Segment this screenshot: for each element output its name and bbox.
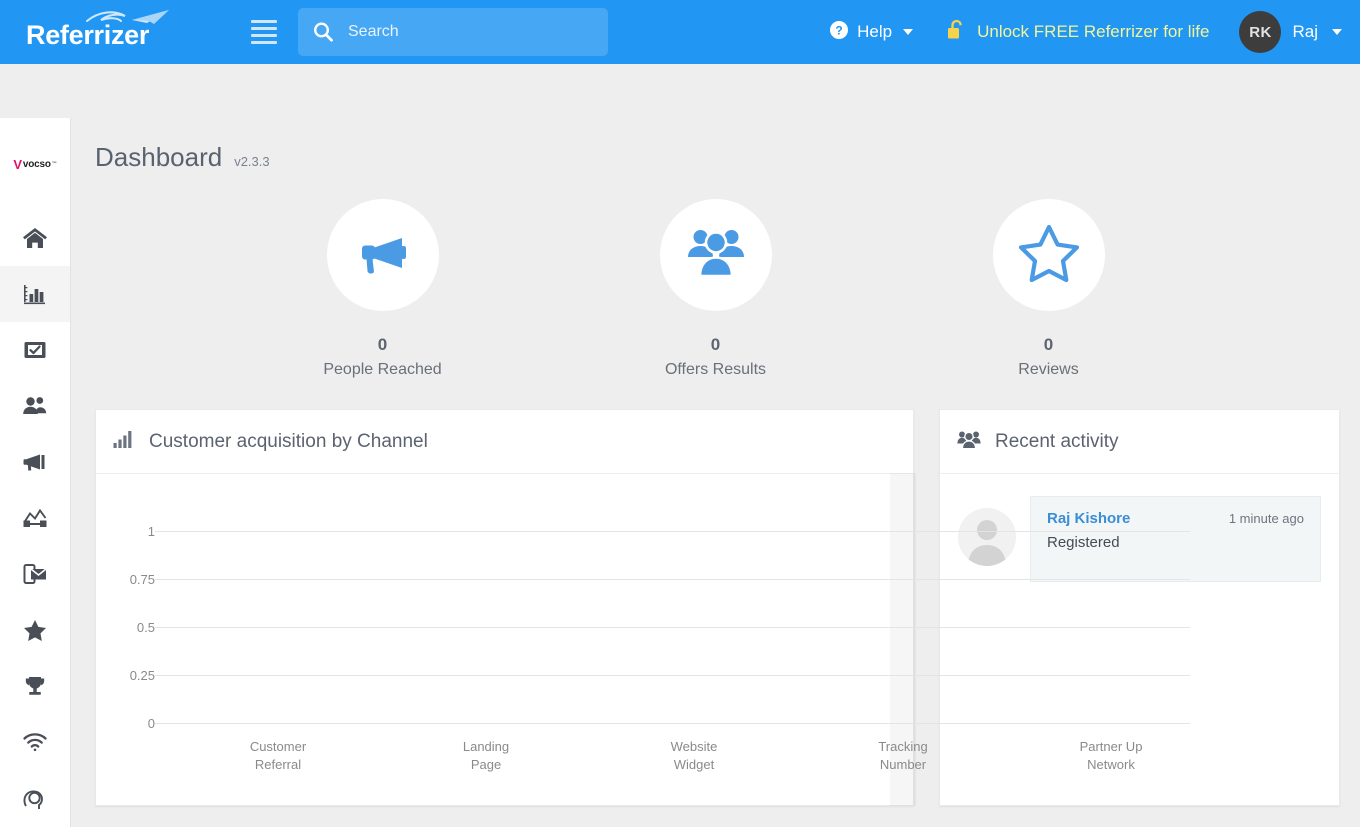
- sidebar-navigation: V vocso ™: [0, 118, 71, 827]
- svg-text:?: ?: [835, 23, 842, 37]
- activity-description: Registered: [1047, 534, 1120, 551]
- user-menu[interactable]: RK Raj: [1239, 11, 1342, 53]
- sidebar-item-campaigns[interactable]: [0, 434, 70, 490]
- vocso-logo: V vocso ™: [13, 158, 56, 171]
- activity-card-header: Recent activity: [940, 410, 1339, 474]
- stat-icon-circle: [659, 199, 772, 311]
- default-person-avatar: [958, 508, 1016, 566]
- bar-chart-icon: [113, 429, 135, 454]
- vocso-logo-text: vocso: [22, 158, 51, 170]
- top-navigation-bar: Referrizer ? Help: [0, 0, 1360, 64]
- stat-value: 0: [377, 335, 388, 354]
- stat-label: Offers Results: [664, 361, 767, 378]
- megaphone-icon: [22, 449, 48, 475]
- stat-icon-circle: [326, 199, 439, 311]
- user-name: Raj: [1292, 22, 1318, 41]
- home-icon: [22, 225, 48, 251]
- unlock-label: Unlock FREE Referrizer for life: [977, 22, 1210, 41]
- star-icon: [22, 617, 48, 643]
- megaphone-icon: [352, 222, 414, 289]
- chart-hover-highlight: [890, 473, 916, 806]
- stat-icon-circle: [992, 199, 1105, 311]
- chart-card-title: Customer acquisition by Channel: [149, 430, 428, 452]
- search-icon: [312, 21, 334, 43]
- activity-list: Raj Kishore 1 minute ago Registered: [940, 474, 1339, 582]
- people-group-icon: [957, 429, 981, 454]
- top-right-actions: ? Help Unlock FREE Referrizer for life R…: [829, 0, 1360, 64]
- brand-logo[interactable]: Referrizer: [0, 0, 238, 64]
- avatar: RK: [1239, 11, 1282, 53]
- cards-row: Customer acquisition by Channel Recent a…: [71, 409, 1360, 809]
- page-version: v2.3.3: [234, 154, 270, 169]
- stat-label: Reviews: [1018, 361, 1079, 378]
- stat-people-reached[interactable]: 0 People Reached: [298, 199, 468, 379]
- question-circle-icon: ?: [829, 20, 849, 45]
- help-menu[interactable]: ? Help: [829, 20, 914, 45]
- stat-value: 0: [1043, 335, 1054, 354]
- chart-card: Customer acquisition by Channel: [95, 409, 914, 806]
- sidebar-item-contacts[interactable]: [0, 378, 70, 434]
- analytics-graph-icon: [22, 505, 48, 531]
- chart-card-header: Customer acquisition by Channel: [96, 410, 913, 474]
- paper-plane-icon: [85, 8, 185, 35]
- sidebar-item-messaging[interactable]: [0, 546, 70, 602]
- caret-down-icon: [1332, 29, 1342, 35]
- stat-reviews[interactable]: 0 Reviews: [964, 199, 1134, 379]
- stats-row: 0 People Reached 0 Offers Results 0 Revi…: [71, 199, 1360, 379]
- sidebar-item-home[interactable]: [0, 210, 70, 266]
- sidebar-item-support[interactable]: [0, 770, 70, 826]
- sidebar-item-reviews[interactable]: [0, 602, 70, 658]
- hamburger-menu-icon[interactable]: [238, 0, 290, 64]
- activity-timestamp: 1 minute ago: [1228, 511, 1304, 526]
- star-outline-icon: [1018, 223, 1080, 288]
- vocso-logo-mark: V: [13, 156, 22, 172]
- search-box[interactable]: [298, 8, 608, 56]
- stat-value: 0: [710, 335, 721, 354]
- main-content: Dashboard v2.3.3 0 People Reached 0 Offe…: [71, 64, 1360, 827]
- checkbox-screen-icon: [22, 337, 48, 363]
- search-input[interactable]: [348, 23, 588, 41]
- page-header: Dashboard v2.3.3: [71, 64, 1360, 173]
- unlock-padlock-icon: [947, 19, 966, 46]
- sidebar-item-analytics[interactable]: [0, 490, 70, 546]
- sidebar-item-tasks[interactable]: [0, 322, 70, 378]
- caret-down-icon: [903, 29, 914, 35]
- unlock-promo-link[interactable]: Unlock FREE Referrizer for life: [947, 19, 1209, 46]
- activity-bubble: Raj Kishore 1 minute ago Registered: [1030, 496, 1321, 582]
- sidebar-item-dashboard[interactable]: [0, 266, 70, 322]
- trademark-symbol: ™: [51, 161, 57, 167]
- activity-user-name[interactable]: Raj Kishore: [1047, 510, 1130, 527]
- trophy-icon: [22, 673, 48, 699]
- help-label: Help: [857, 22, 893, 41]
- mobile-email-icon: [22, 561, 48, 587]
- activity-card-title: Recent activity: [995, 430, 1119, 452]
- list-item[interactable]: Raj Kishore 1 minute ago Registered: [958, 496, 1321, 582]
- page-title: Dashboard: [95, 142, 223, 172]
- sidebar-item-rewards[interactable]: [0, 658, 70, 714]
- wifi-icon: [22, 729, 48, 755]
- stat-label: People Reached: [323, 361, 442, 378]
- head-chat-icon: [22, 785, 48, 811]
- account-logo: V vocso ™: [0, 118, 70, 210]
- bar-chart-icon: [22, 281, 48, 307]
- stat-offers-results[interactable]: 0 Offers Results: [631, 199, 801, 379]
- people-group-icon: [687, 226, 745, 285]
- users-icon: [22, 393, 48, 419]
- activity-card: Recent activity Raj Kishore 1 minute ago…: [939, 409, 1340, 806]
- sidebar-item-wifi[interactable]: [0, 714, 70, 770]
